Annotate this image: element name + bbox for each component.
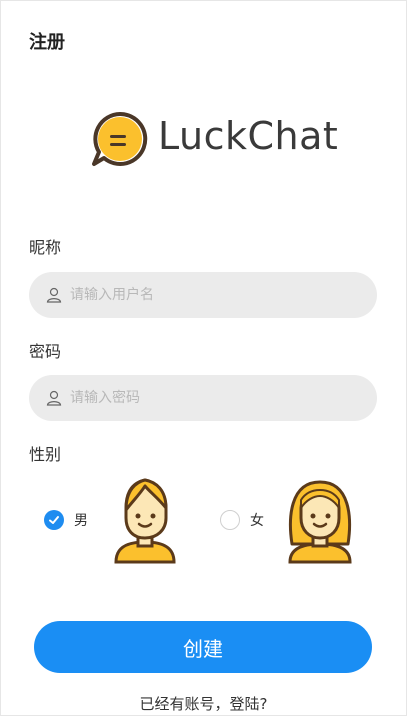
login-link[interactable]: 已经有账号，登陆? (0, 693, 407, 714)
gender-male-radio[interactable]: 男 (44, 510, 88, 530)
chat-bubble-logo-icon (92, 111, 148, 166)
gender-female-label: 女 (250, 513, 264, 529)
nickname-label: 昵称 (29, 238, 62, 257)
female-avatar-icon (288, 480, 352, 564)
password-field[interactable] (29, 375, 377, 421)
logo-text: LuckChat (158, 114, 339, 158)
password-label: 密码 (29, 342, 62, 361)
gender-label: 性别 (29, 445, 62, 464)
app-logo: LuckChat (90, 108, 338, 172)
radio-unchecked-icon (220, 510, 240, 530)
create-button[interactable]: 创建 (34, 621, 372, 673)
gender-female-radio[interactable]: 女 (220, 510, 264, 530)
user-icon (46, 287, 62, 303)
page-title: 注册 (29, 32, 65, 53)
gender-male-label: 男 (74, 513, 88, 529)
password-input[interactable] (68, 389, 332, 407)
nickname-input[interactable] (68, 286, 332, 304)
radio-checked-icon (44, 510, 64, 530)
nickname-field[interactable] (29, 272, 377, 318)
male-avatar-icon (114, 478, 176, 564)
user-icon (46, 390, 62, 406)
